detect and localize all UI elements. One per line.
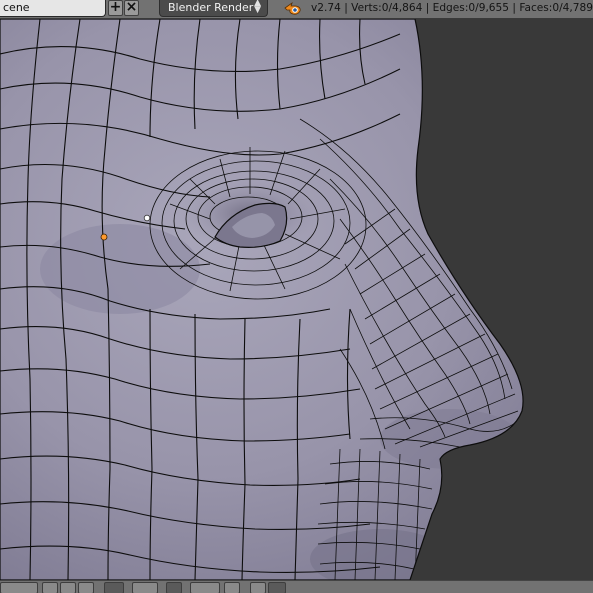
3d-view-header [0,580,593,593]
blender-logo-icon [284,1,301,15]
pivot-point-icon[interactable] [132,582,158,593]
close-icon: × [125,0,138,15]
remove-scene-button[interactable]: × [124,0,139,16]
scene-name-field[interactable]: cene [0,0,106,17]
render-engine-label: Blender Render [168,1,254,14]
transform-manipulator-icon[interactable] [190,582,220,593]
head-mesh [0,19,593,580]
texture-icon[interactable] [78,582,94,593]
mode-select-icon[interactable] [0,582,38,593]
render-icon[interactable] [250,582,266,593]
plus-icon: + [109,0,122,15]
pivot-icon[interactable] [104,582,124,593]
blender-window: cene + × Blender Render ▲ ▼ v2.74 | Verts… [0,0,593,593]
3d-viewport[interactable] [0,19,593,580]
viewport-shading-icon[interactable] [42,582,58,593]
scene-name-text: cene [3,1,30,14]
layer-icon[interactable] [224,582,240,593]
info-header: cene + × Blender Render ▲ ▼ v2.74 | Verts… [0,0,593,19]
scene-statistics: v2.74 | Verts:0/4,864 | Edges:0/9,655 | … [311,2,593,14]
add-scene-button[interactable]: + [108,0,123,16]
selected-vertex[interactable] [100,233,108,241]
proportional-editing-icon[interactable] [268,582,286,593]
updown-arrows-icon: ▲ ▼ [254,0,261,15]
shading-solid-icon[interactable] [60,582,76,593]
render-engine-select[interactable]: Blender Render ▲ ▼ [159,0,268,17]
snap-icon[interactable] [166,582,182,593]
active-vertex[interactable] [143,214,151,222]
